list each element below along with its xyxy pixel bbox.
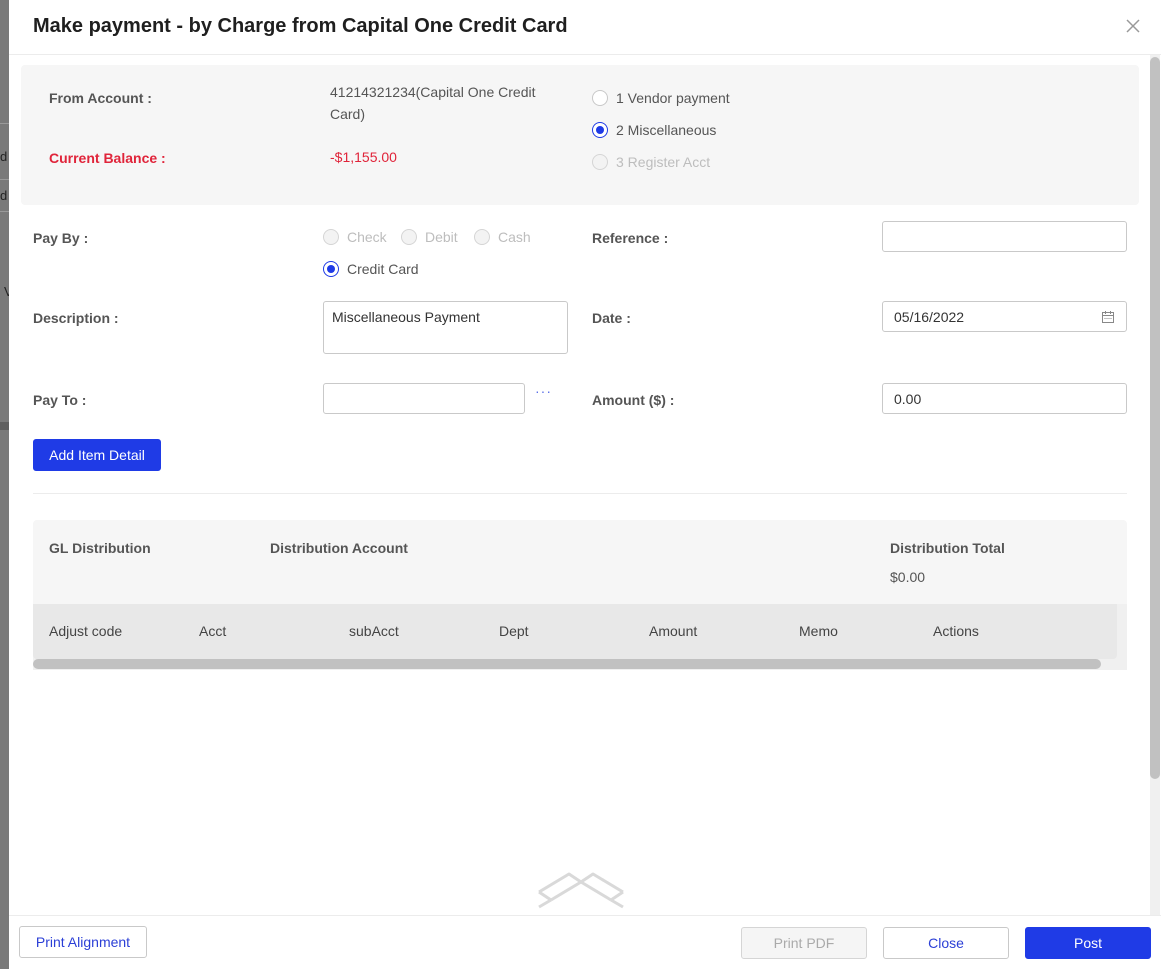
backdrop-divider: [0, 211, 9, 212]
amount-label: Amount ($) :: [592, 392, 675, 408]
table-header: Adjust code Acct subAcct Dept Amount Mem…: [33, 604, 1117, 659]
radio-label: 1 Vendor payment: [616, 90, 730, 106]
distribution-total-value: $0.00: [890, 569, 926, 585]
vertical-scrollbar[interactable]: [1150, 57, 1160, 779]
modal-body: From Account : 41214321234(Capital One C…: [9, 55, 1161, 915]
pay-by-label: Pay By :: [33, 230, 89, 246]
column-header-memo: Memo: [799, 623, 838, 639]
backdrop-text: d: [0, 188, 8, 203]
modal-header: Make payment - by Charge from Capital On…: [9, 0, 1161, 55]
column-header-amount: Amount: [649, 623, 698, 639]
close-icon[interactable]: [1123, 16, 1143, 36]
distribution-account-header: Distribution Account: [270, 540, 408, 556]
column-header-adjust-code: Adjust code: [49, 623, 123, 639]
add-item-detail-button[interactable]: Add Item Detail: [33, 439, 161, 471]
distribution-total-header: Distribution Total: [890, 540, 1005, 556]
backdrop-divider: [0, 123, 9, 124]
description-textarea[interactable]: Miscellaneous Payment: [323, 301, 568, 354]
print-pdf-button: Print PDF: [741, 927, 867, 959]
backdrop-divider: [0, 422, 9, 430]
radio-credit-card[interactable]: Credit Card: [323, 261, 419, 277]
post-button[interactable]: Post: [1025, 927, 1151, 959]
radio-check: Check: [323, 229, 387, 245]
date-label: Date :: [592, 310, 631, 326]
account-info-panel: From Account : 41214321234(Capital One C…: [21, 65, 1139, 205]
radio-register-acct: 3 Register Acct: [592, 154, 710, 170]
amount-input[interactable]: [882, 383, 1127, 414]
modal-footer: Print Alignment Print PDF Close Post: [9, 915, 1161, 969]
backdrop-divider: [0, 179, 9, 180]
description-label: Description :: [33, 310, 119, 326]
calendar-icon[interactable]: [1101, 310, 1115, 324]
close-button[interactable]: Close: [883, 927, 1009, 959]
reference-label: Reference :: [592, 230, 669, 246]
column-header-dept: Dept: [499, 623, 529, 639]
radio-circle: [592, 154, 608, 170]
make-payment-modal: Make payment - by Charge from Capital On…: [9, 0, 1161, 969]
gl-distribution-panel: GL Distribution Distribution Account Dis…: [33, 520, 1127, 605]
reference-input[interactable]: [882, 221, 1127, 252]
radio-cash: Cash: [474, 229, 531, 245]
section-divider: [33, 493, 1127, 494]
current-balance-label: Current Balance :: [49, 150, 166, 166]
from-account-value: 41214321234(Capital One Credit Card): [330, 81, 535, 125]
radio-label: 3 Register Acct: [616, 154, 711, 170]
pay-to-input[interactable]: [323, 383, 525, 414]
column-header-subacct: subAcct: [349, 623, 399, 639]
radio-label: Debit: [425, 229, 458, 245]
radio-circle: [401, 229, 417, 245]
radio-label: 2 Miscellaneous: [616, 122, 717, 138]
modal-title: Make payment - by Charge from Capital On…: [33, 15, 568, 37]
radio-miscellaneous[interactable]: 2 Miscellaneous: [592, 122, 716, 138]
radio-debit: Debit: [401, 229, 458, 245]
radio-circle[interactable]: [323, 261, 339, 277]
date-input[interactable]: [882, 301, 1127, 332]
horizontal-scrollbar[interactable]: [33, 659, 1101, 669]
gl-distribution-title: GL Distribution: [49, 540, 151, 556]
radio-circle: [474, 229, 490, 245]
page-backdrop: d d V: [0, 0, 13, 969]
pay-to-lookup-button[interactable]: ···: [535, 383, 552, 399]
column-header-acct: Acct: [199, 623, 227, 639]
from-account-value-line: Card): [330, 106, 366, 122]
distribution-table: Adjust code Acct subAcct Dept Amount Mem…: [33, 604, 1127, 670]
current-balance-value: -$1,155.00: [330, 149, 397, 165]
column-header-actions: Actions: [933, 623, 979, 639]
radio-circle: [323, 229, 339, 245]
radio-label: Cash: [498, 229, 531, 245]
radio-label: Check: [347, 229, 387, 245]
empty-box-icon: [538, 872, 624, 909]
print-alignment-button[interactable]: Print Alignment: [19, 926, 147, 958]
radio-circle[interactable]: [592, 122, 608, 138]
backdrop-text: d: [0, 149, 8, 164]
radio-circle[interactable]: [592, 90, 608, 106]
radio-label: Credit Card: [347, 261, 419, 277]
radio-vendor-payment[interactable]: 1 Vendor payment: [592, 90, 730, 106]
from-account-label: From Account :: [49, 90, 152, 106]
pay-to-label: Pay To :: [33, 392, 87, 408]
from-account-value-line: 41214321234(Capital One Credit: [330, 84, 536, 100]
